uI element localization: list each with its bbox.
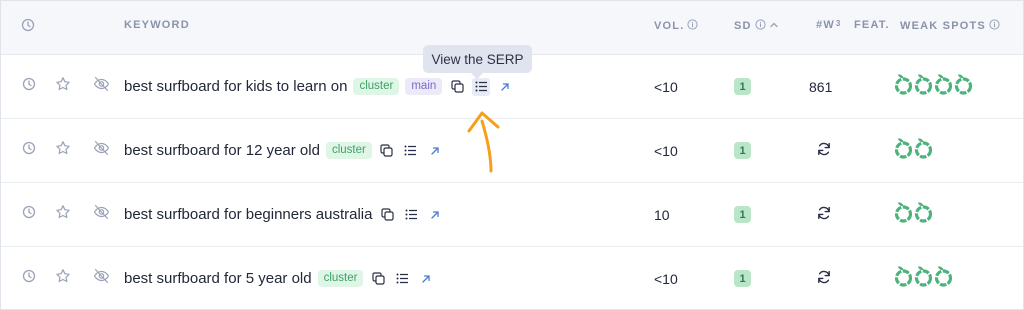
clock-icon[interactable] xyxy=(22,205,36,224)
weak-spot-icon xyxy=(934,71,953,100)
external-link-icon[interactable] xyxy=(496,78,514,96)
external-link-icon[interactable] xyxy=(426,206,444,224)
weak-spot-icon xyxy=(954,71,973,100)
keyword-cell: best surfboard for 5 year old cluster xyxy=(124,247,435,309)
serp-tooltip: View the SERP xyxy=(423,45,532,79)
header-w3[interactable]: #W 3 xyxy=(816,16,842,31)
w3-value: 861 xyxy=(809,78,833,95)
info-icon[interactable] xyxy=(687,19,699,33)
header-weak-spots[interactable]: WEAK SPOTS xyxy=(900,19,1000,33)
header-w3-sup: 3 xyxy=(835,19,842,28)
star-icon[interactable] xyxy=(55,204,71,225)
weak-spot-icon xyxy=(894,71,913,100)
table-row[interactable]: best surfboard for 12 year old cluster <… xyxy=(1,119,1023,183)
external-link-icon[interactable] xyxy=(426,142,444,160)
header-vol[interactable]: VOL. xyxy=(654,19,699,33)
header-vol-label: VOL. xyxy=(654,20,685,32)
weak-spot-icon xyxy=(914,135,933,164)
annotation-arrow-icon xyxy=(467,111,500,173)
cluster-tag[interactable]: cluster xyxy=(325,142,372,159)
header-keyword[interactable]: KEYWORD xyxy=(124,19,190,31)
info-icon[interactable] xyxy=(755,19,766,33)
copy-icon[interactable] xyxy=(378,142,396,160)
sd-badge: 1 xyxy=(734,270,751,287)
refresh-icon[interactable] xyxy=(816,205,832,226)
copy-icon[interactable] xyxy=(378,206,396,224)
weak-spot-icon xyxy=(914,71,933,100)
clock-icon[interactable] xyxy=(21,18,35,37)
clock-icon[interactable] xyxy=(22,141,36,160)
info-icon[interactable] xyxy=(989,19,1000,33)
star-icon[interactable] xyxy=(55,140,71,161)
keyword-cell: best surfboard for beginners australia xyxy=(124,183,444,246)
weak-spots xyxy=(894,71,973,100)
keyword-text[interactable]: best surfboard for kids to learn on xyxy=(124,78,347,95)
star-icon[interactable] xyxy=(55,76,71,97)
header-weak-spots-label: WEAK SPOTS xyxy=(900,20,986,32)
keyword-cell: best surfboard for 12 year old cluster xyxy=(124,119,444,182)
header-sd[interactable]: SD xyxy=(734,19,779,33)
keyword-text[interactable]: best surfboard for beginners australia xyxy=(124,206,372,223)
copy-icon[interactable] xyxy=(369,270,387,288)
weak-spot-icon xyxy=(934,263,953,292)
clock-icon[interactable] xyxy=(22,77,36,96)
cluster-tag[interactable]: cluster xyxy=(353,78,400,95)
header-feat[interactable]: FEAT. xyxy=(854,19,890,31)
list-icon[interactable] xyxy=(402,206,420,224)
main-tag[interactable]: main xyxy=(405,78,443,95)
external-link-icon[interactable] xyxy=(417,270,435,288)
weak-spots xyxy=(894,263,953,292)
clock-icon[interactable] xyxy=(22,269,36,288)
keyword-text[interactable]: best surfboard for 12 year old xyxy=(124,142,320,159)
keyword-text[interactable]: best surfboard for 5 year old xyxy=(124,270,312,287)
eye-off-icon[interactable] xyxy=(93,204,110,225)
eye-off-icon[interactable] xyxy=(93,268,110,289)
volume-value: <10 xyxy=(654,142,678,159)
sort-up-icon[interactable] xyxy=(769,20,779,33)
weak-spot-icon xyxy=(894,263,913,292)
keyword-table: KEYWORD VOL. SD #W 3 FEAT. WEAK SPOTS bes… xyxy=(0,0,1024,310)
header-w3-label: #W xyxy=(816,19,835,31)
weak-spots xyxy=(894,135,933,164)
table-row[interactable]: best surfboard for beginners australia 1… xyxy=(1,183,1023,247)
sd-badge: 1 xyxy=(734,78,751,95)
copy-icon[interactable] xyxy=(448,78,466,96)
volume-value: 10 xyxy=(654,206,670,223)
weak-spot-icon xyxy=(914,263,933,292)
list-icon[interactable] xyxy=(393,270,411,288)
list-icon[interactable] xyxy=(402,142,420,160)
sd-badge: 1 xyxy=(734,206,751,223)
eye-off-icon[interactable] xyxy=(93,76,110,97)
weak-spot-icon xyxy=(914,199,933,228)
weak-spot-icon xyxy=(894,199,913,228)
refresh-icon[interactable] xyxy=(816,141,832,162)
cluster-tag[interactable]: cluster xyxy=(317,270,364,287)
eye-off-icon[interactable] xyxy=(93,140,110,161)
table-row[interactable]: best surfboard for 5 year old cluster <1… xyxy=(1,247,1023,309)
volume-value: <10 xyxy=(654,270,678,287)
list-icon[interactable] xyxy=(472,77,491,96)
sd-badge: 1 xyxy=(734,142,751,159)
refresh-icon[interactable] xyxy=(816,269,832,290)
star-icon[interactable] xyxy=(55,268,71,289)
weak-spot-icon xyxy=(894,135,913,164)
volume-value: <10 xyxy=(654,78,678,95)
weak-spots xyxy=(894,199,933,228)
header-sd-label: SD xyxy=(734,20,752,32)
